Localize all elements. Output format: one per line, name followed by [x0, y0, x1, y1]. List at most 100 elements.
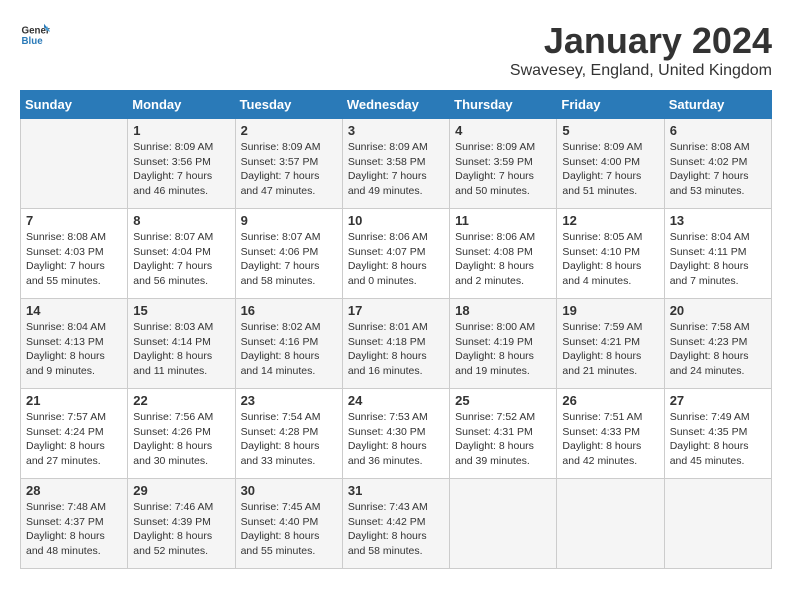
- day-info: Sunrise: 8:03 AM Sunset: 4:14 PM Dayligh…: [133, 320, 229, 379]
- day-cell: 25Sunrise: 7:52 AM Sunset: 4:31 PM Dayli…: [450, 389, 557, 479]
- day-info: Sunrise: 7:53 AM Sunset: 4:30 PM Dayligh…: [348, 410, 444, 469]
- day-info: Sunrise: 8:07 AM Sunset: 4:04 PM Dayligh…: [133, 230, 229, 289]
- day-cell: [557, 479, 664, 569]
- logo-icon: General Blue: [20, 20, 50, 50]
- day-number: 30: [241, 483, 337, 498]
- day-number: 11: [455, 213, 551, 228]
- day-number: 21: [26, 393, 122, 408]
- day-info: Sunrise: 7:58 AM Sunset: 4:23 PM Dayligh…: [670, 320, 766, 379]
- day-info: Sunrise: 8:07 AM Sunset: 4:06 PM Dayligh…: [241, 230, 337, 289]
- day-number: 27: [670, 393, 766, 408]
- day-info: Sunrise: 7:45 AM Sunset: 4:40 PM Dayligh…: [241, 500, 337, 559]
- page-header: General Blue January 2024 Swavesey, Engl…: [20, 20, 772, 80]
- header-cell-monday: Monday: [128, 91, 235, 119]
- day-number: 7: [26, 213, 122, 228]
- title-block: January 2024 Swavesey, England, United K…: [510, 20, 772, 80]
- day-number: 5: [562, 123, 658, 138]
- day-info: Sunrise: 8:09 AM Sunset: 3:57 PM Dayligh…: [241, 140, 337, 199]
- day-cell: 21 Sunrise: 7:57 AM Sunset: 4:24 PM Dayli…: [21, 389, 128, 479]
- day-info: Sunrise: 7:57 AM Sunset: 4:24 PM Dayligh…: [26, 410, 122, 469]
- day-number: 4: [455, 123, 551, 138]
- day-info: Sunrise: 8:09 AM Sunset: 3:56 PM Dayligh…: [133, 140, 229, 199]
- header-cell-wednesday: Wednesday: [342, 91, 449, 119]
- day-cell: 24 Sunrise: 7:53 AM Sunset: 4:30 PM Dayli…: [342, 389, 449, 479]
- day-number: 12: [562, 213, 658, 228]
- day-cell: 10 Sunrise: 8:06 AM Sunset: 4:07 PM Dayli…: [342, 209, 449, 299]
- day-cell: 17 Sunrise: 8:01 AM Sunset: 4:18 PM Dayli…: [342, 299, 449, 389]
- day-cell: 7Sunrise: 8:08 AM Sunset: 4:03 PM Daylig…: [21, 209, 128, 299]
- header-cell-thursday: Thursday: [450, 91, 557, 119]
- day-number: 20: [670, 303, 766, 318]
- calendar-body: 1 Sunrise: 8:09 AM Sunset: 3:56 PM Daylig…: [21, 119, 772, 569]
- header-cell-friday: Friday: [557, 91, 664, 119]
- day-number: 3: [348, 123, 444, 138]
- day-info: Sunrise: 7:56 AM Sunset: 4:26 PM Dayligh…: [133, 410, 229, 469]
- day-cell: 18 Sunrise: 8:00 AM Sunset: 4:19 PM Dayli…: [450, 299, 557, 389]
- day-cell: 8Sunrise: 8:07 AM Sunset: 4:04 PM Daylig…: [128, 209, 235, 299]
- day-number: 19: [562, 303, 658, 318]
- day-cell: 3 Sunrise: 8:09 AM Sunset: 3:58 PM Daylig…: [342, 119, 449, 209]
- day-cell: 16 Sunrise: 8:02 AM Sunset: 4:16 PM Dayli…: [235, 299, 342, 389]
- day-number: 14: [26, 303, 122, 318]
- day-number: 16: [241, 303, 337, 318]
- day-info: Sunrise: 7:46 AM Sunset: 4:39 PM Dayligh…: [133, 500, 229, 559]
- day-cell: 29 Sunrise: 7:46 AM Sunset: 4:39 PM Dayli…: [128, 479, 235, 569]
- day-info: Sunrise: 8:09 AM Sunset: 3:58 PM Dayligh…: [348, 140, 444, 199]
- day-cell: 20 Sunrise: 7:58 AM Sunset: 4:23 PM Dayli…: [664, 299, 771, 389]
- day-number: 13: [670, 213, 766, 228]
- day-number: 25: [455, 393, 551, 408]
- day-cell: 19 Sunrise: 7:59 AM Sunset: 4:21 PM Dayli…: [557, 299, 664, 389]
- day-number: 24: [348, 393, 444, 408]
- day-info: Sunrise: 8:06 AM Sunset: 4:08 PM Dayligh…: [455, 230, 551, 289]
- day-number: 9: [241, 213, 337, 228]
- day-number: 2: [241, 123, 337, 138]
- header-cell-saturday: Saturday: [664, 91, 771, 119]
- week-row-4: 21 Sunrise: 7:57 AM Sunset: 4:24 PM Dayli…: [21, 389, 772, 479]
- day-cell: 4 Sunrise: 8:09 AM Sunset: 3:59 PM Daylig…: [450, 119, 557, 209]
- calendar-header: SundayMondayTuesdayWednesdayThursdayFrid…: [21, 91, 772, 119]
- week-row-1: 1 Sunrise: 8:09 AM Sunset: 3:56 PM Daylig…: [21, 119, 772, 209]
- header-cell-sunday: Sunday: [21, 91, 128, 119]
- day-info: Sunrise: 7:54 AM Sunset: 4:28 PM Dayligh…: [241, 410, 337, 469]
- day-cell: 28 Sunrise: 7:48 AM Sunset: 4:37 PM Dayli…: [21, 479, 128, 569]
- day-cell: 1 Sunrise: 8:09 AM Sunset: 3:56 PM Daylig…: [128, 119, 235, 209]
- day-cell: 31Sunrise: 7:43 AM Sunset: 4:42 PM Dayli…: [342, 479, 449, 569]
- day-info: Sunrise: 8:04 AM Sunset: 4:11 PM Dayligh…: [670, 230, 766, 289]
- day-cell: 27 Sunrise: 7:49 AM Sunset: 4:35 PM Dayli…: [664, 389, 771, 479]
- day-number: 17: [348, 303, 444, 318]
- day-cell: [450, 479, 557, 569]
- day-number: 26: [562, 393, 658, 408]
- day-cell: 22 Sunrise: 7:56 AM Sunset: 4:26 PM Dayli…: [128, 389, 235, 479]
- day-cell: 30 Sunrise: 7:45 AM Sunset: 4:40 PM Dayli…: [235, 479, 342, 569]
- day-info: Sunrise: 8:02 AM Sunset: 4:16 PM Dayligh…: [241, 320, 337, 379]
- day-cell: 13 Sunrise: 8:04 AM Sunset: 4:11 PM Dayli…: [664, 209, 771, 299]
- day-number: 1: [133, 123, 229, 138]
- day-number: 23: [241, 393, 337, 408]
- day-cell: [21, 119, 128, 209]
- day-info: Sunrise: 8:06 AM Sunset: 4:07 PM Dayligh…: [348, 230, 444, 289]
- header-row: SundayMondayTuesdayWednesdayThursdayFrid…: [21, 91, 772, 119]
- day-number: 10: [348, 213, 444, 228]
- day-number: 22: [133, 393, 229, 408]
- day-number: 29: [133, 483, 229, 498]
- month-title: January 2024: [510, 20, 772, 62]
- day-info: Sunrise: 7:59 AM Sunset: 4:21 PM Dayligh…: [562, 320, 658, 379]
- header-cell-tuesday: Tuesday: [235, 91, 342, 119]
- day-number: 28: [26, 483, 122, 498]
- week-row-5: 28 Sunrise: 7:48 AM Sunset: 4:37 PM Dayli…: [21, 479, 772, 569]
- day-info: Sunrise: 7:49 AM Sunset: 4:35 PM Dayligh…: [670, 410, 766, 469]
- svg-text:Blue: Blue: [22, 36, 44, 47]
- day-info: Sunrise: 7:48 AM Sunset: 4:37 PM Dayligh…: [26, 500, 122, 559]
- day-info: Sunrise: 8:01 AM Sunset: 4:18 PM Dayligh…: [348, 320, 444, 379]
- day-info: Sunrise: 8:09 AM Sunset: 3:59 PM Dayligh…: [455, 140, 551, 199]
- day-number: 6: [670, 123, 766, 138]
- day-info: Sunrise: 8:00 AM Sunset: 4:19 PM Dayligh…: [455, 320, 551, 379]
- day-number: 18: [455, 303, 551, 318]
- day-info: Sunrise: 7:43 AM Sunset: 4:42 PM Dayligh…: [348, 500, 444, 559]
- day-info: Sunrise: 8:08 AM Sunset: 4:02 PM Dayligh…: [670, 140, 766, 199]
- day-info: Sunrise: 7:51 AM Sunset: 4:33 PM Dayligh…: [562, 410, 658, 469]
- day-info: Sunrise: 8:09 AM Sunset: 4:00 PM Dayligh…: [562, 140, 658, 199]
- week-row-3: 14Sunrise: 8:04 AM Sunset: 4:13 PM Dayli…: [21, 299, 772, 389]
- day-info: Sunrise: 8:05 AM Sunset: 4:10 PM Dayligh…: [562, 230, 658, 289]
- day-cell: 5 Sunrise: 8:09 AM Sunset: 4:00 PM Daylig…: [557, 119, 664, 209]
